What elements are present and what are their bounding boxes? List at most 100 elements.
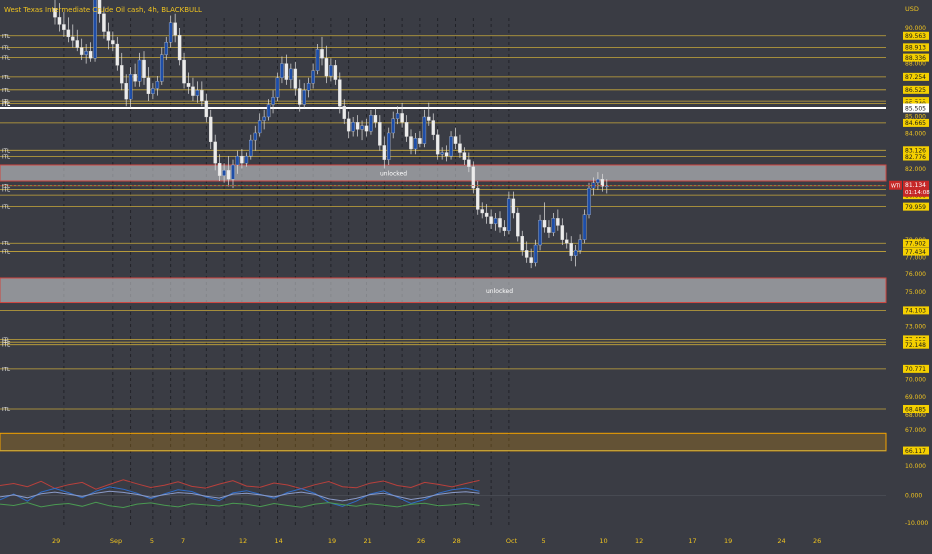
price-tag-text: 68.485: [905, 406, 926, 413]
candle-body: [338, 79, 342, 107]
candle-body: [66, 29, 71, 38]
candle-body: [346, 118, 351, 132]
level-label: ITL: [2, 205, 11, 211]
candle-body: [208, 116, 213, 143]
time-tick-label: 5: [150, 537, 154, 545]
candle-body: [382, 145, 387, 160]
candle-body: [133, 74, 137, 82]
price-tick-label: 82.000: [905, 166, 926, 173]
candle-body: [444, 152, 449, 157]
candle-body: [440, 152, 444, 155]
time-tick-label: 7: [181, 537, 185, 545]
candle-body: [62, 24, 66, 30]
candle-body: [213, 141, 217, 164]
price-tag-text: 79.959: [905, 204, 926, 211]
candle-body: [556, 218, 560, 226]
price-tick-label: 70.000: [905, 377, 926, 384]
candle-body: [289, 68, 293, 80]
price-tag-text: 84.665: [905, 120, 926, 127]
candle-body: [373, 115, 378, 123]
time-tick-label: 19: [328, 537, 336, 545]
candle-body: [280, 63, 284, 78]
candle-body: [355, 122, 360, 130]
candle-body: [329, 65, 333, 77]
candle-body: [533, 244, 538, 263]
level-label: ITL: [2, 407, 11, 413]
candle-body: [177, 34, 182, 61]
candle-body: [462, 152, 467, 160]
level-label: ITL: [2, 102, 11, 108]
candle-body: [596, 179, 600, 183]
countdown-text: 01:14:08: [905, 190, 930, 196]
candle-body: [551, 218, 556, 233]
time-tick-label: 28: [453, 537, 461, 545]
candle-body: [484, 212, 489, 217]
candle-body: [106, 31, 111, 41]
level-label: ITL: [2, 148, 11, 154]
candle-body: [262, 116, 266, 121]
candle-body: [257, 120, 262, 134]
price-tag-text: 88.336: [905, 55, 926, 62]
price-tick-label: 76.000: [905, 271, 926, 278]
candle-body: [302, 90, 306, 105]
candle-body: [573, 250, 578, 256]
time-tick-label: 12: [635, 537, 643, 545]
candle-body: [493, 218, 498, 224]
candle-body: [565, 239, 569, 244]
candle-body: [386, 132, 391, 160]
time-tick-label: Oct: [506, 537, 518, 545]
candle-body: [578, 239, 582, 251]
candle-body: [502, 227, 507, 231]
candle-body: [453, 136, 458, 144]
candle-body: [431, 120, 435, 135]
time-tick-label: 26: [813, 537, 821, 545]
level-label: ITL: [2, 34, 11, 40]
level-label: ITL: [2, 250, 11, 256]
zone-red: [0, 164, 887, 182]
price-tick-label: 0.000: [905, 493, 922, 500]
trading-chart[interactable]: unlocked unlocked ITL ITL ITL ITL ITL ITL ITL IT…: [0, 0, 932, 550]
candle-body: [142, 59, 146, 78]
candle-body: [480, 209, 484, 214]
candle-body: [435, 134, 440, 155]
price-tag-text: 77.902: [905, 241, 926, 248]
time-tick-label: 12: [239, 537, 247, 545]
candle-body: [507, 198, 511, 231]
candle-body: [293, 68, 298, 89]
candle-body: [471, 166, 476, 189]
candle-body: [240, 155, 244, 164]
candle-body: [560, 225, 565, 240]
candle-body: [249, 139, 253, 157]
candle-body: [191, 86, 195, 96]
level-label: ITL: [2, 155, 11, 161]
candle-body: [538, 219, 542, 246]
candle-body: [284, 63, 289, 80]
zone-red: [0, 277, 887, 304]
price-tick-label: 69.000: [905, 394, 926, 401]
time-tick-label: 19: [724, 537, 732, 545]
symbol-badge-text: WTI: [891, 184, 900, 190]
price-tag-text: 88.913: [905, 45, 926, 52]
price-tag-text: 87.254: [905, 74, 926, 81]
candle-body: [182, 59, 186, 84]
price-tick-label: 10.000: [905, 463, 926, 470]
chart-title: West Texas Intermediate Crude Oil cash, …: [4, 6, 202, 14]
candle-body: [489, 216, 493, 224]
level-label: ITL: [2, 241, 11, 247]
candle-body: [297, 88, 302, 105]
candle-body: [600, 179, 605, 187]
level-label: ITL: [2, 188, 11, 194]
candle-body: [422, 116, 427, 144]
candle-body: [151, 88, 155, 94]
candle-body: [395, 113, 400, 119]
candle-body: [275, 77, 280, 98]
candle-body: [173, 22, 177, 36]
level-label: ITL: [2, 45, 11, 51]
price-tick-label: 75.000: [905, 289, 926, 296]
level-label: ITL: [2, 343, 11, 349]
price-tag-text: 70.771: [905, 366, 926, 373]
candle-body: [120, 65, 124, 84]
candle-body: [84, 50, 88, 55]
chart-canvas[interactable]: unlockedunlocked ITLITLITLITLITLITLITLIT…: [0, 0, 932, 550]
price-tag-text: 66.117: [905, 448, 926, 455]
